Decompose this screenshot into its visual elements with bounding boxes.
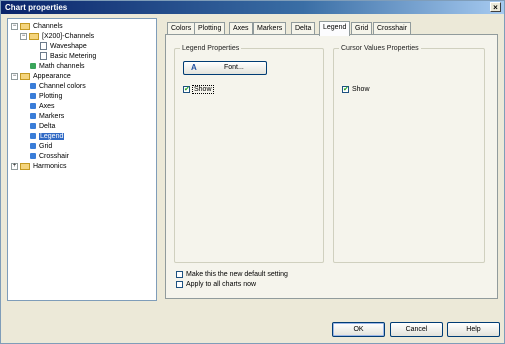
collapse-icon[interactable]: −: [20, 32, 27, 40]
apply-all-checkbox[interactable]: Apply to all charts now: [176, 280, 256, 289]
window-title: Chart properties: [5, 3, 68, 12]
tree-item-label: Plotting: [39, 93, 63, 100]
item-icon: [30, 123, 36, 130]
tree-item-label: Basic Metering: [50, 53, 97, 60]
apply-all-label: Apply to all charts now: [186, 281, 257, 288]
folder-icon: [20, 22, 30, 30]
tree-item-waveshape[interactable]: Waveshape: [40, 42, 87, 52]
tree-item-label: Waveshape: [50, 43, 87, 50]
tree-item-label: Axes: [39, 103, 55, 110]
checkbox-unchecked-icon: [176, 270, 183, 278]
item-icon: [30, 103, 36, 110]
tree-item-label: Delta: [39, 123, 56, 130]
item-icon: [30, 133, 36, 140]
tree-item-label: Channels: [33, 23, 63, 30]
default-setting-checkbox[interactable]: Make this the new default setting: [176, 270, 288, 279]
tree-item-label: Markers: [39, 113, 65, 120]
expand-icon[interactable]: +: [11, 162, 18, 170]
tree-item-label: Harmonics: [33, 163, 67, 170]
tree-item-channel-colors[interactable]: Channel colors: [30, 82, 86, 92]
tree-item-markers[interactable]: Markers: [30, 112, 64, 122]
cursor-values-title: Cursor Values Properties: [339, 44, 421, 53]
tree-item-label: Crosshair: [39, 153, 69, 160]
cursor-show-label: Show: [352, 86, 370, 93]
tree-item-label: Math channels: [39, 63, 85, 70]
tree-item-label: Channel colors: [39, 83, 86, 90]
ok-button[interactable]: OK: [332, 322, 385, 337]
tree-item-label: Grid: [39, 143, 53, 150]
tree-item-plotting[interactable]: Plotting: [30, 92, 62, 102]
tree-item-basic-metering[interactable]: Basic Metering: [40, 52, 96, 62]
legend-show-checkbox[interactable]: ✔ Show: [183, 85, 214, 94]
close-button[interactable]: ×: [490, 2, 501, 12]
font-button[interactable]: A Font...: [183, 61, 267, 75]
default-setting-label: Make this the new default setting: [186, 271, 288, 278]
tree-item-appearance[interactable]: − Appearance: [11, 72, 71, 82]
cursor-show-checkbox[interactable]: ✔ Show: [342, 85, 370, 94]
checkbox-checked-icon: ✔: [342, 85, 349, 93]
math-channels-icon: [30, 63, 36, 70]
tree-item-legend[interactable]: Legend: [30, 132, 65, 142]
settings-tree[interactable]: − Channels − [X200]-Channels Waveshape Bas…: [7, 18, 157, 301]
chart-properties-dialog: Chart properties × − Channels − [X200]-Cha…: [0, 0, 505, 344]
checkbox-unchecked-icon: [176, 280, 183, 288]
collapse-icon[interactable]: −: [11, 22, 18, 30]
tree-item-label: [X200]-Channels: [42, 33, 95, 40]
collapse-icon[interactable]: −: [11, 72, 18, 80]
folder-icon: [20, 72, 30, 80]
font-button-label: Font...: [224, 64, 244, 71]
legend-show-label: Show: [192, 85, 214, 94]
tree-item-label: Legend: [39, 133, 65, 140]
title-bar: Chart properties ×: [1, 1, 504, 14]
tree-item-grid[interactable]: Grid: [30, 142, 52, 152]
item-icon: [30, 113, 36, 120]
item-icon: [30, 93, 36, 100]
item-icon: [30, 143, 36, 150]
help-button[interactable]: Help: [447, 322, 500, 337]
cursor-values-group: Cursor Values Properties ✔ Show: [333, 44, 485, 263]
document-icon: [40, 52, 47, 61]
item-icon: [30, 153, 36, 160]
tree-item-crosshair[interactable]: Crosshair: [30, 152, 69, 162]
folder-icon: [20, 162, 30, 170]
legend-properties-title: Legend Properties: [180, 44, 242, 53]
font-icon: A: [191, 63, 197, 72]
tree-item-delta[interactable]: Delta: [30, 122, 55, 132]
cancel-button[interactable]: Cancel: [390, 322, 443, 337]
tree-item-harmonics[interactable]: + Harmonics: [11, 162, 66, 172]
legend-tab-panel: Legend Properties A Font... ✔ Show Cursor…: [165, 34, 498, 299]
folder-icon: [29, 32, 39, 40]
document-icon: [40, 42, 47, 51]
tree-item-x200-channels[interactable]: − [X200]-Channels: [20, 32, 94, 42]
tree-item-axes[interactable]: Axes: [30, 102, 55, 112]
tree-item-label: Appearance: [33, 73, 71, 80]
legend-properties-group: Legend Properties A Font... ✔ Show: [174, 44, 324, 263]
item-icon: [30, 83, 36, 90]
tab-legend[interactable]: Legend: [319, 21, 351, 36]
tree-item-channels[interactable]: − Channels: [11, 22, 63, 32]
checkbox-checked-icon: ✔: [183, 85, 190, 93]
tree-item-math-channels[interactable]: Math channels: [30, 62, 85, 72]
